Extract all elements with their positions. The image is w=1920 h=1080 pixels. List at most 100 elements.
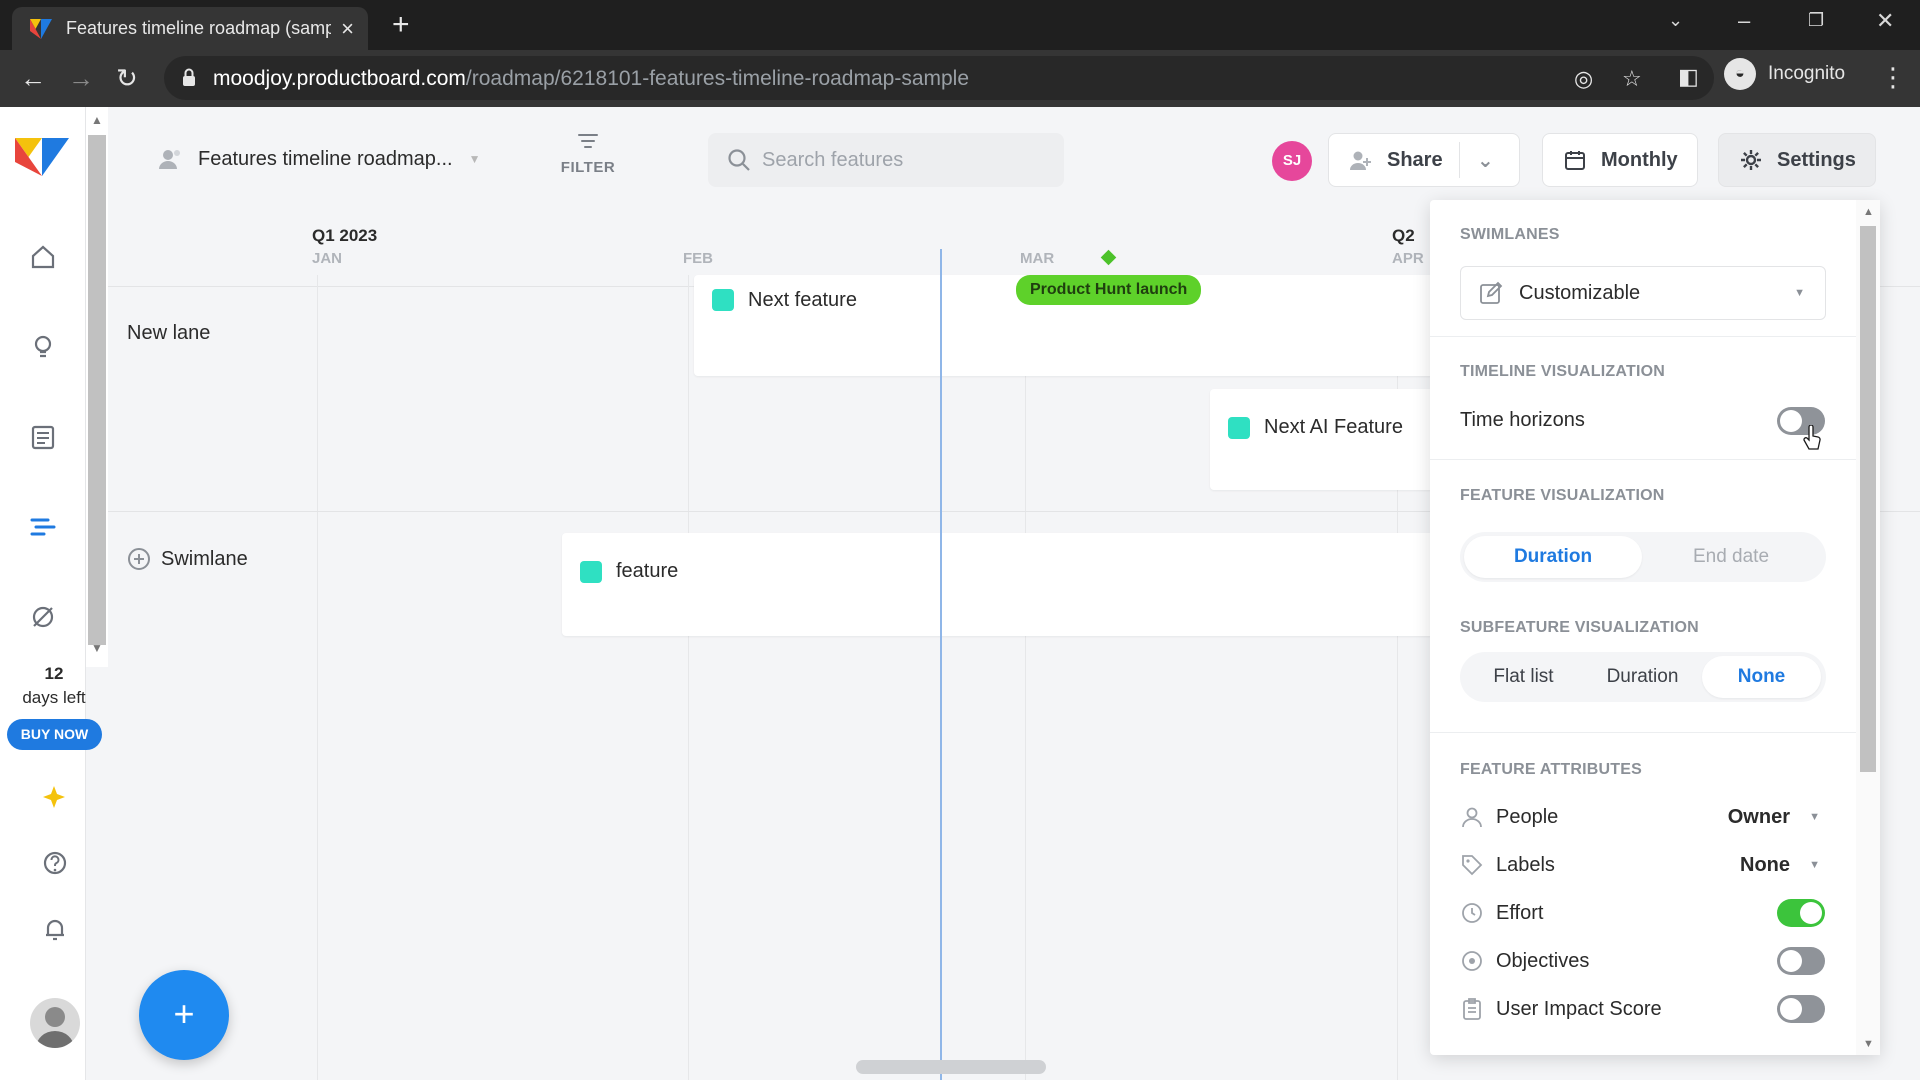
avatar-person-icon	[36, 1007, 74, 1048]
new-tab-icon[interactable]: +	[392, 10, 410, 40]
feature-name: Next AI Feature	[1264, 416, 1403, 438]
roadmap-selector[interactable]: Features timeline roadmap... ▼	[158, 147, 480, 171]
minimize-icon[interactable]: –	[1738, 8, 1750, 34]
scroll-down-arrow-icon[interactable]: ▼	[91, 641, 103, 655]
incognito-profile[interactable]: ◒ Incognito	[1724, 58, 1845, 90]
url-text: moodjoy.productboard.com/roadmap/6218101…	[213, 67, 969, 91]
add-item-fab-button[interactable]: +	[139, 970, 229, 1060]
target-icon	[1462, 951, 1482, 971]
feature-vis-end-date-option[interactable]: End date	[1642, 536, 1820, 578]
attribute-row-people[interactable]: People Owner ▼	[1460, 802, 1826, 832]
browser-tab[interactable]: Features timeline roadmap (samp ×	[12, 7, 368, 50]
scroll-up-arrow-icon[interactable]: ▲	[91, 113, 103, 127]
notifications-bell-icon[interactable]	[38, 912, 72, 946]
panel-divider	[1430, 459, 1856, 460]
grid-line-feb	[688, 275, 689, 1080]
features-board-icon[interactable]	[26, 420, 60, 454]
panel-scroll-up-icon[interactable]: ▲	[1863, 206, 1874, 218]
help-icon[interactable]	[38, 846, 72, 880]
productboard-logo-icon[interactable]	[15, 138, 69, 176]
objectives-toggle[interactable]	[1777, 947, 1825, 975]
panel-scroll-down-icon[interactable]: ▼	[1863, 1038, 1874, 1050]
home-icon[interactable]	[26, 240, 60, 274]
reload-icon[interactable]: ↻	[116, 63, 138, 93]
roadmap-title: Features timeline roadmap...	[198, 147, 453, 170]
user-avatar[interactable]	[30, 998, 80, 1048]
sparkle-icon[interactable]	[38, 780, 72, 814]
quarter-label-q1: Q1 2023	[312, 226, 378, 245]
share-button[interactable]: Share ⌄	[1328, 133, 1520, 187]
swimlanes-select[interactable]: Customizable ▼	[1460, 266, 1826, 320]
timeline-scroll-thumb[interactable]	[856, 1060, 1046, 1074]
feature-vis-duration-option[interactable]: Duration	[1464, 536, 1642, 578]
browser-menu-icon[interactable]: ⋮	[1880, 62, 1906, 93]
restore-icon[interactable]: ❐	[1808, 10, 1824, 31]
lock-icon	[183, 68, 195, 86]
today-marker-line	[940, 249, 942, 1080]
roadmap-icon[interactable]	[26, 510, 60, 544]
filter-label: FILTER	[560, 159, 616, 176]
timeline-horizontal-scrollbar[interactable]	[326, 1060, 1920, 1074]
sidebar-scroll-thumb[interactable]	[88, 135, 106, 645]
time-horizons-label: Time horizons	[1460, 409, 1585, 431]
lane-name-new-lane[interactable]: New lane	[127, 322, 210, 345]
toggle-knob	[1780, 410, 1802, 432]
back-icon[interactable]: ←	[20, 63, 46, 93]
settings-panel-scrollbar[interactable]: ▲ ▼	[1856, 200, 1880, 1055]
quarter-label-q2: Q2	[1392, 226, 1415, 245]
attribute-caret-icon: ▼	[1809, 811, 1820, 823]
user-initials-avatar[interactable]: SJ	[1272, 141, 1312, 181]
user-impact-score-toggle[interactable]	[1777, 995, 1825, 1023]
feature-visualization-segmented: Duration End date	[1460, 532, 1826, 582]
side-panel-icon[interactable]: ◧	[1678, 64, 1699, 90]
sidebar-scrollbar[interactable]: ▲ ▼	[86, 107, 108, 667]
subfeature-duration-option[interactable]: Duration	[1583, 656, 1702, 698]
zoom-monthly-button[interactable]: Monthly	[1542, 133, 1698, 187]
window-close-icon[interactable]: ✕	[1876, 8, 1894, 34]
tracking-protection-icon[interactable]: ◎	[1574, 66, 1593, 92]
feature-name: Next feature	[748, 289, 857, 311]
milestone-product-hunt-launch[interactable]: Product Hunt launch	[1016, 275, 1202, 305]
feature-color-swatch	[1228, 417, 1250, 439]
lane-name-swimlane: Swimlane	[161, 547, 248, 570]
swimlanes-heading: SWIMLANES	[1460, 226, 1560, 243]
incognito-icon: ◒	[1724, 58, 1756, 90]
portal-disabled-icon[interactable]	[26, 600, 60, 634]
attribute-label: Objectives	[1496, 949, 1590, 972]
panel-scroll-thumb[interactable]	[1860, 226, 1876, 772]
filter-button[interactable]: FILTER	[558, 131, 618, 176]
calendar-icon	[1565, 151, 1585, 170]
insights-bulb-icon[interactable]	[26, 330, 60, 364]
attribute-row-labels[interactable]: Labels None ▼	[1460, 850, 1826, 880]
address-bar[interactable]: moodjoy.productboard.com/roadmap/6218101…	[164, 56, 1714, 100]
search-box[interactable]	[708, 133, 1064, 187]
settings-button[interactable]: Settings	[1718, 133, 1876, 187]
tab-close-icon[interactable]: ×	[341, 16, 354, 42]
search-input[interactable]	[762, 148, 1052, 172]
buy-now-button[interactable]: BUY NOW	[7, 719, 102, 750]
trial-days-count: 12	[44, 664, 64, 683]
share-dropdown-chevron-icon[interactable]: ⌄	[1477, 148, 1494, 173]
forward-icon[interactable]: →	[68, 63, 94, 93]
grid-line-mar	[1025, 275, 1026, 1080]
attribute-row-effort: Effort	[1460, 898, 1826, 928]
browser-tabbar: Features timeline roadmap (samp × + ⌄ – …	[0, 0, 1920, 50]
grid-line-jan	[317, 275, 318, 1080]
feature-visualization-heading: FEATURE VISUALIZATION	[1460, 487, 1665, 504]
bookmark-star-icon[interactable]: ☆	[1622, 66, 1642, 92]
toggle-knob	[1800, 902, 1822, 924]
url-host: moodjoy.productboard.com	[213, 67, 466, 90]
swimlanes-value: Customizable	[1519, 281, 1641, 304]
feature-card-feature[interactable]: feature	[562, 533, 1542, 636]
attribute-label: Effort	[1496, 901, 1544, 924]
browser-toolbar: ← → ↻ moodjoy.productboard.com/roadmap/6…	[0, 50, 1920, 107]
attribute-label: User Impact Score	[1496, 997, 1662, 1020]
subfeature-flat-list-option[interactable]: Flat list	[1464, 656, 1583, 698]
effort-toggle[interactable]	[1777, 899, 1825, 927]
add-swimlane-button[interactable]: Swimlane	[127, 547, 248, 571]
subfeature-none-option[interactable]: None	[1702, 656, 1821, 698]
add-circle-icon	[128, 548, 150, 570]
settings-label: Settings	[1777, 148, 1856, 171]
timeline-visualization-heading: TIMELINE VISUALIZATION	[1460, 363, 1665, 380]
tab-search-chevron-icon[interactable]: ⌄	[1668, 10, 1683, 31]
